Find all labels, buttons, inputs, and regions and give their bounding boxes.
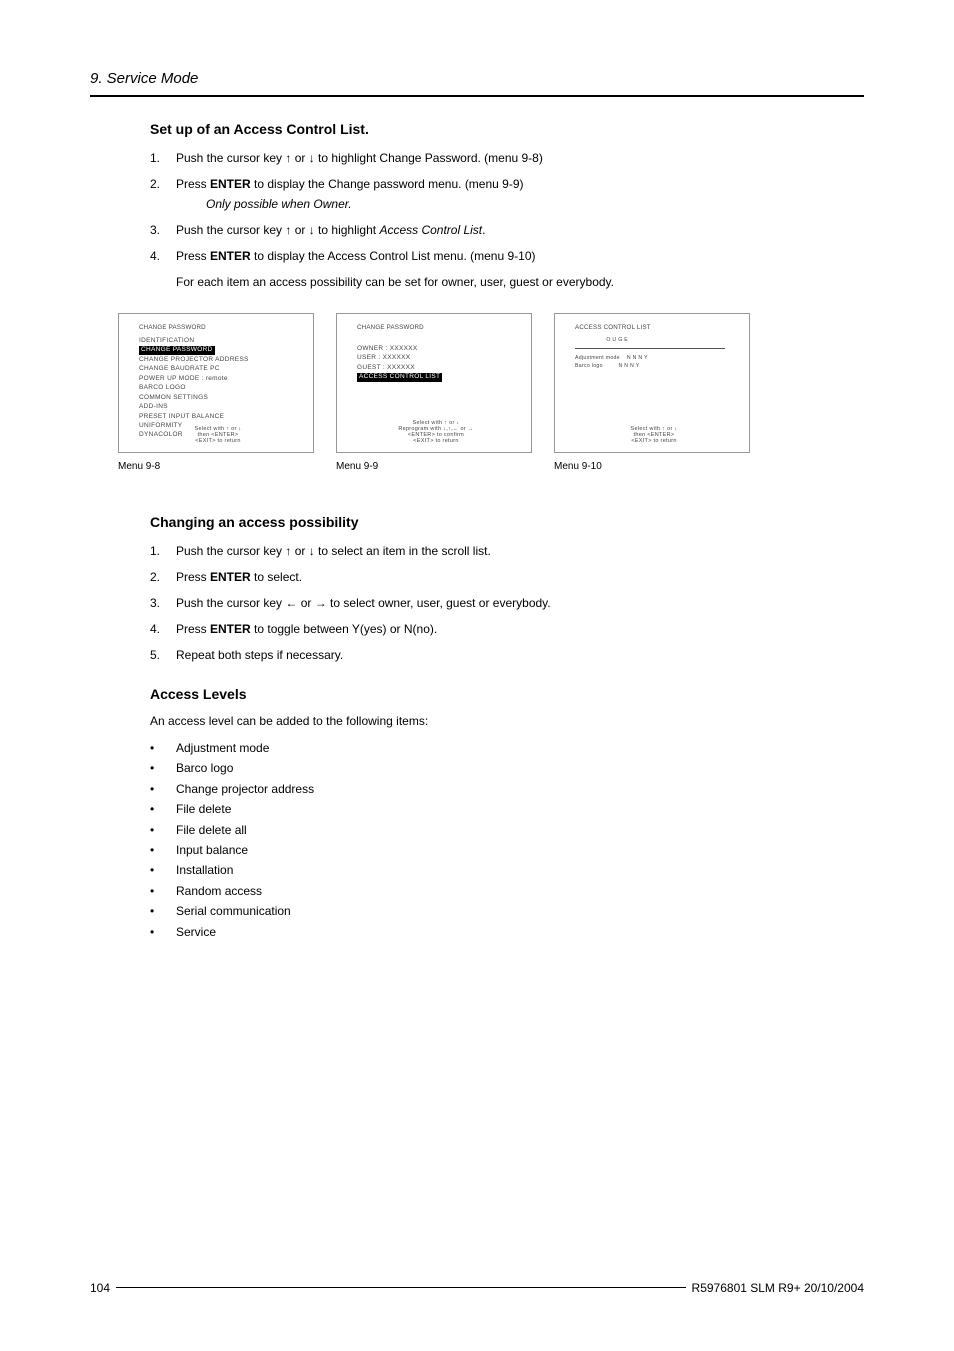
step-number: 2.: [150, 568, 176, 586]
section3-intro: An access level can be added to the foll…: [150, 714, 854, 728]
bullet-icon: •: [150, 820, 176, 840]
menu-caption: Menu 9-9: [336, 461, 532, 472]
step-number: 1.: [150, 149, 176, 167]
menu-box-2: CHANGE PASSWORD OWNER : XXXXXX USER : XX…: [336, 313, 532, 453]
step-number: 3.: [150, 221, 176, 239]
menu-highlight: ACCESS CONTROL LIST: [357, 373, 442, 381]
acl-header-row: O U G E: [575, 337, 733, 344]
step-text: Push the cursor key ↑ or ↓ to select an …: [176, 542, 854, 560]
step-item: 5. Repeat both steps if necessary.: [150, 646, 854, 664]
section2-steps: 1. Push the cursor key ↑ or ↓ to select …: [150, 542, 854, 664]
page-footer: 104 R5976801 SLM R9+ 20/10/2004: [90, 1287, 864, 1295]
step-number: 4.: [150, 247, 176, 291]
list-item: •Adjustment mode: [150, 738, 854, 758]
page-content: Set up of an Access Control List. 1. Pus…: [90, 121, 864, 942]
menu-hint: Select with ↑ or ↓ then <ENTER> <EXIT> t…: [139, 426, 297, 444]
menu-block-3: ACCESS CONTROL LIST O U G E Adjustment m…: [554, 313, 750, 472]
list-item: •Input balance: [150, 840, 854, 860]
step-item: 4. Press ENTER to toggle between Y(yes) …: [150, 620, 854, 638]
menu-screenshots-row: CHANGE PASSWORD IDENTIFICATION CHANGE PA…: [118, 313, 854, 472]
menu-hint: Select with ↑ or ↓ then <ENTER> <EXIT> t…: [575, 426, 733, 444]
list-item: •File delete: [150, 799, 854, 819]
list-item: •Service: [150, 922, 854, 942]
step-text: Press ENTER to select.: [176, 568, 854, 586]
step-number: 1.: [150, 542, 176, 560]
document-id: R5976801 SLM R9+ 20/10/2004: [686, 1281, 864, 1295]
step-number: 3.: [150, 594, 176, 612]
step-item: 3. Push the cursor key ↑ or ↓ to highlig…: [150, 221, 854, 239]
acl-rule: [575, 348, 725, 349]
bullet-icon: •: [150, 799, 176, 819]
step-text: Repeat both steps if necessary.: [176, 646, 854, 664]
step-text: Press ENTER to display the Access Contro…: [176, 247, 854, 291]
step-text: Push the cursor key ← or → to select own…: [176, 594, 854, 612]
step-item: 4. Press ENTER to display the Access Con…: [150, 247, 854, 291]
bullet-icon: •: [150, 860, 176, 880]
section1-heading: Set up of an Access Control List.: [150, 121, 854, 137]
menu-body: OWNER : XXXXXX USER : XXXXXX GUEST : XXX…: [357, 345, 515, 382]
list-item: •Installation: [150, 860, 854, 880]
bullet-icon: •: [150, 922, 176, 942]
acl-row: Adjustment mode N N N Y: [575, 355, 733, 362]
bullet-icon: •: [150, 901, 176, 921]
menu-highlight: CHANGE PASSWORD: [139, 346, 215, 354]
menu-box-1: CHANGE PASSWORD IDENTIFICATION CHANGE PA…: [118, 313, 314, 453]
menu-caption: Menu 9-8: [118, 461, 314, 472]
bullet-icon: •: [150, 881, 176, 901]
step-item: 1. Push the cursor key ↑ or ↓ to highlig…: [150, 149, 854, 167]
step-note: Only possible when Owner.: [206, 195, 854, 213]
bullet-icon: •: [150, 738, 176, 758]
section-number: 9. Service Mode: [90, 70, 864, 87]
section3-heading: Access Levels: [150, 686, 854, 702]
page-number: 104: [90, 1281, 116, 1295]
menu-hint: Select with ↑ or ↓ Reprogram with ↓,↑,← …: [357, 420, 515, 444]
list-item: •Serial communication: [150, 901, 854, 921]
step-text: Press ENTER to toggle between Y(yes) or …: [176, 620, 854, 638]
list-item: •Barco logo: [150, 758, 854, 778]
menu-title: CHANGE PASSWORD: [357, 324, 515, 331]
menu-block-1: CHANGE PASSWORD IDENTIFICATION CHANGE PA…: [118, 313, 314, 472]
bullet-icon: •: [150, 758, 176, 778]
bullet-icon: •: [150, 840, 176, 860]
acl-row: Barco logo N N N Y: [575, 363, 733, 370]
step-text: Press ENTER to display the Change passwo…: [176, 175, 854, 213]
menu-caption: Menu 9-10: [554, 461, 750, 472]
list-item: •Random access: [150, 881, 854, 901]
step-item: 3. Push the cursor key ← or → to select …: [150, 594, 854, 612]
list-item: •File delete all: [150, 820, 854, 840]
menu-title: CHANGE PASSWORD: [139, 324, 297, 331]
step-item: 1. Push the cursor key ↑ or ↓ to select …: [150, 542, 854, 560]
step-number: 5.: [150, 646, 176, 664]
access-level-list: •Adjustment mode •Barco logo •Change pro…: [150, 738, 854, 942]
header-rule: [90, 95, 864, 97]
page-header: 9. Service Mode: [90, 70, 864, 97]
step-text: Push the cursor key ↑ or ↓ to highlight …: [176, 221, 854, 239]
step-text: Push the cursor key ↑ or ↓ to highlight …: [176, 149, 854, 167]
section1-steps: 1. Push the cursor key ↑ or ↓ to highlig…: [150, 149, 854, 291]
menu-box-3: ACCESS CONTROL LIST O U G E Adjustment m…: [554, 313, 750, 453]
menu-body: IDENTIFICATION CHANGE PASSWORD CHANGE PR…: [139, 337, 297, 440]
step-item: 2. Press ENTER to select.: [150, 568, 854, 586]
menu-title: ACCESS CONTROL LIST: [575, 324, 733, 331]
step-followup: For each item an access possibility can …: [176, 273, 854, 291]
section2-heading: Changing an access possibility: [150, 514, 854, 530]
step-number: 4.: [150, 620, 176, 638]
bullet-icon: •: [150, 779, 176, 799]
menu-block-2: CHANGE PASSWORD OWNER : XXXXXX USER : XX…: [336, 313, 532, 472]
footer-row: 104 R5976801 SLM R9+ 20/10/2004: [90, 1281, 864, 1295]
step-item: 2. Press ENTER to display the Change pas…: [150, 175, 854, 213]
list-item: •Change projector address: [150, 779, 854, 799]
step-number: 2.: [150, 175, 176, 213]
